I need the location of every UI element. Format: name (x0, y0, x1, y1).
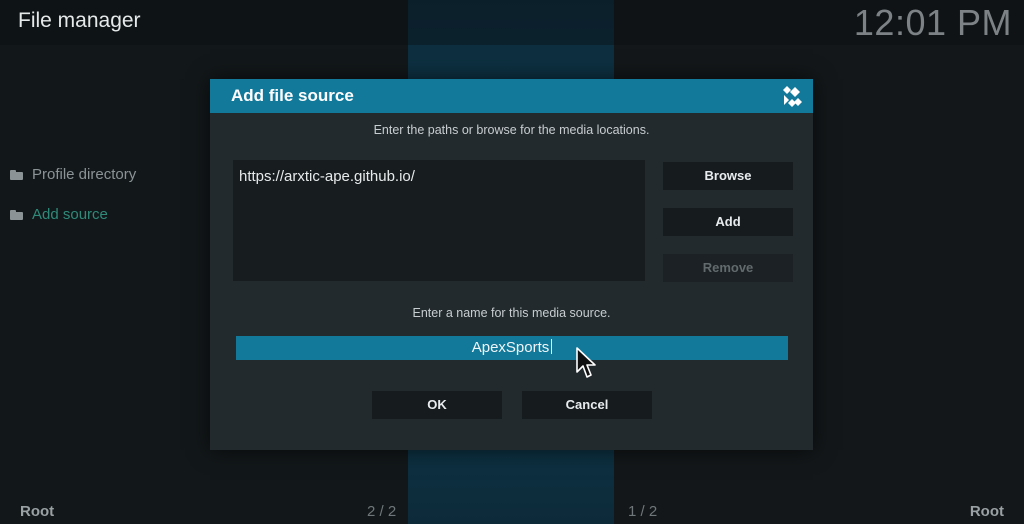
paths-list[interactable]: https://arxtic-ape.github.io/ (233, 160, 645, 281)
footer-page-right: 1 / 2 (628, 503, 658, 520)
sidebar-item-add-source[interactable]: Add source (10, 206, 108, 223)
kodi-logo-icon (783, 86, 802, 107)
source-name-input[interactable]: ApexSports (236, 336, 788, 360)
footer-page-left: 2 / 2 (367, 503, 397, 520)
window-title: File manager (18, 9, 141, 32)
mouse-pointer-icon (576, 347, 596, 378)
source-name-value: ApexSports (471, 339, 550, 356)
text-caret (551, 339, 553, 354)
add-button[interactable]: Add (663, 208, 793, 236)
sidebar-item-profile-directory[interactable]: Profile directory (10, 166, 136, 183)
browse-button[interactable]: Browse (663, 162, 793, 190)
footer-root-right: Root (969, 503, 1004, 520)
clock: 12:01 PM (853, 2, 1012, 43)
list-item[interactable]: https://arxtic-ape.github.io/ (239, 168, 415, 185)
name-hint: Enter a name for this media source. (412, 306, 611, 320)
footer-root-left: Root (20, 503, 55, 520)
folder-icon (10, 169, 23, 180)
remove-button[interactable]: Remove (663, 254, 793, 282)
paths-hint: Enter the paths or browse for the media … (373, 123, 650, 137)
sidebar-item-label: Add source (32, 206, 108, 223)
dialog-header: Add file source (210, 79, 813, 113)
add-file-source-dialog: Add file source Enter the paths or brows… (210, 79, 813, 450)
dialog-title: Add file source (231, 86, 354, 105)
cancel-button[interactable]: Cancel (522, 391, 652, 419)
ok-button[interactable]: OK (372, 391, 502, 419)
folder-icon (10, 209, 23, 220)
sidebar-item-label: Profile directory (32, 166, 137, 183)
